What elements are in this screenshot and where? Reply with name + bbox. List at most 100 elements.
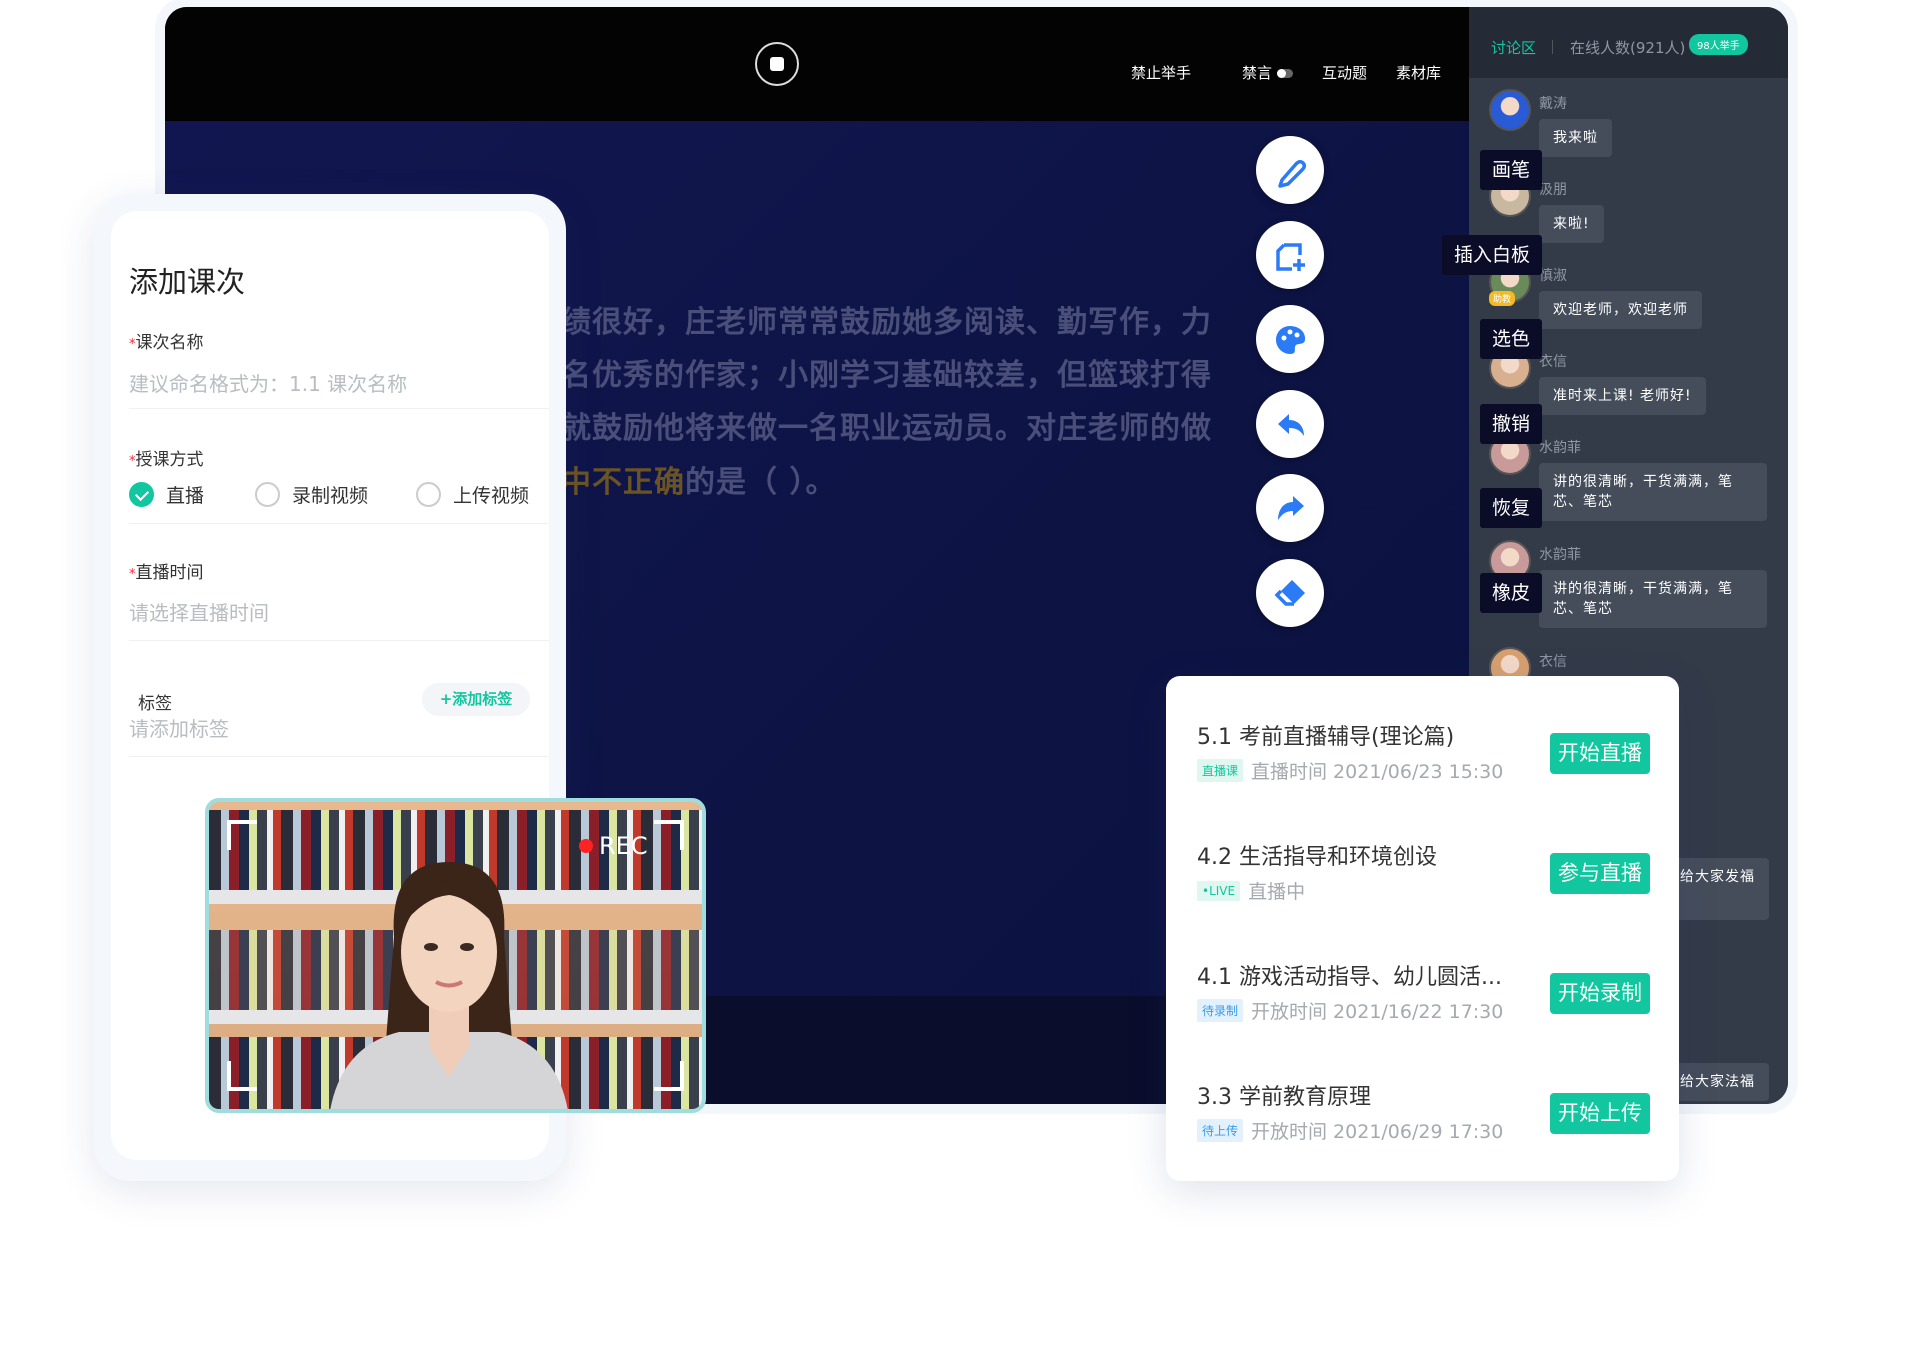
frame-corner — [654, 1061, 684, 1091]
course-title: 4.2 生活指导和环境创设 — [1197, 845, 1437, 870]
disable-raise-hand-button[interactable]: 禁止举手 — [1131, 62, 1191, 83]
tool-label: 插入白板 — [1441, 235, 1542, 275]
tool-button-eraser[interactable] — [1256, 559, 1324, 627]
tool-button-palette[interactable] — [1256, 305, 1324, 373]
lesson-name-label: *课次名称 — [129, 333, 204, 353]
live-time-input[interactable]: 请选择直播时间 — [129, 597, 269, 626]
radio-unchecked-icon — [416, 482, 441, 507]
radio-live[interactable]: 直播 — [129, 481, 204, 508]
course-item: 4.2 生活指导和环境创设 •LIVE 直播中 参与直播 — [1197, 839, 1667, 909]
slide-line: 名优秀的作家；小刚学习基础较差，但篮球打得 — [561, 358, 1212, 393]
course-time: 开放时间 2021/06/29 17:30 — [1251, 1121, 1504, 1143]
slide-line: 就鼓励他将来做一名职业运动员。对庄老师的做 — [561, 411, 1212, 446]
course-action-button[interactable]: 参与直播 — [1550, 853, 1650, 894]
brush-icon — [1278, 159, 1307, 188]
status-badge: •LIVE — [1197, 880, 1241, 901]
chat-username: 戴涛 — [1539, 96, 1567, 112]
slide-line: 绩很好，庄老师常常鼓励她多阅读、勤写作，力 — [561, 305, 1212, 340]
course-title: 3.3 学前教育原理 — [1197, 1085, 1371, 1110]
course-title: 5.1 考前直播辅导(理论篇) — [1197, 725, 1455, 750]
top-toolbar: 禁止举手 禁言 互动题 素材库 — [165, 7, 1469, 121]
chat-bubble: 我来啦 — [1539, 119, 1612, 157]
tool-button-redo[interactable] — [1256, 474, 1324, 542]
stop-icon — [770, 57, 784, 71]
tool-button-undo[interactable] — [1256, 390, 1324, 458]
mute-label: 禁言 — [1242, 64, 1273, 82]
frame-corner — [227, 1061, 257, 1091]
course-meta: 直播课 直播时间 2021/06/23 15:30 — [1197, 757, 1503, 784]
course-item: 5.1 考前直播辅导(理论篇) 直播课 直播时间 2021/06/23 15:30… — [1197, 719, 1667, 789]
teaching-mode-label: *授课方式 — [129, 450, 204, 470]
rec-dot-icon — [579, 839, 593, 853]
chat-bubble: 讲的很清晰，干货满满，笔芯、笔芯 — [1539, 570, 1767, 628]
course-meta: 待上传 开放时间 2021/06/29 17:30 — [1197, 1117, 1503, 1144]
form-title: 添加课次 — [129, 265, 246, 299]
tool-label: 选色 — [1479, 319, 1542, 359]
insert-whiteboard-icon — [1276, 243, 1305, 271]
radio-upload-video[interactable]: 上传视频 — [416, 481, 529, 508]
tool-button-brush[interactable] — [1256, 136, 1324, 204]
course-item: 3.3 学前教育原理 待上传 开放时间 2021/06/29 17:30 开始上传 — [1197, 1079, 1667, 1149]
add-tag-button[interactable]: +添加标签 — [422, 683, 530, 716]
undo-icon — [1278, 414, 1304, 436]
status-badge: 待上传 — [1197, 1119, 1244, 1142]
course-item: 4.1 游戏活动指导、幼儿圆活... 待录制 开放时间 2021/16/22 17… — [1197, 959, 1667, 1029]
interactive-question-button[interactable]: 互动题 — [1322, 62, 1367, 83]
slide-text: 的是（ ）。 — [685, 465, 837, 500]
frame-corner — [227, 820, 257, 850]
chat-bubble: 讲的很清晰，干货满满，笔芯、笔芯 — [1539, 463, 1767, 521]
slide-line: 中不正确的是（ ）。 — [561, 457, 836, 501]
course-action-button[interactable]: 开始录制 — [1550, 973, 1650, 1014]
recording-indicator: REC — [579, 832, 648, 860]
slide-highlight: 中不正确 — [561, 465, 685, 500]
course-action-button[interactable]: 开始上传 — [1550, 1093, 1650, 1134]
redo-icon — [1278, 496, 1304, 520]
avatar — [1489, 89, 1531, 131]
material-library-button[interactable]: 素材库 — [1396, 62, 1441, 83]
stop-button[interactable] — [755, 42, 799, 86]
tool-label: 恢复 — [1479, 488, 1542, 528]
chat-username: 衣信 — [1539, 354, 1567, 370]
palette-icon — [1276, 326, 1306, 354]
live-time-label: *直播时间 — [129, 563, 204, 583]
status-badge: 直播课 — [1197, 759, 1244, 782]
course-meta: •LIVE 直播中 — [1197, 877, 1305, 904]
tag-label: 标签 — [138, 694, 172, 714]
tool-button-insert-whiteboard[interactable] — [1256, 221, 1324, 289]
plus-icon: + — [439, 690, 453, 708]
radio-record-video[interactable]: 录制视频 — [255, 481, 368, 508]
chat-username: 水韵菲 — [1539, 440, 1581, 456]
course-meta: 待录制 开放时间 2021/16/22 17:30 — [1197, 997, 1503, 1024]
tool-label: 橡皮 — [1479, 573, 1542, 613]
chat-username: 衣信 — [1539, 654, 1567, 670]
status-badge: 待录制 — [1197, 999, 1244, 1022]
course-action-button[interactable]: 开始直播 — [1550, 733, 1650, 774]
tag-input[interactable]: 请添加标签 — [129, 713, 229, 742]
course-time: 直播中 — [1248, 881, 1306, 903]
lesson-name-input[interactable]: 建议命名格式为：1.1 课次名称 — [129, 368, 549, 398]
divider — [129, 756, 549, 757]
assistant-badge: 助教 — [1489, 291, 1516, 306]
course-title: 4.1 游戏活动指导、幼儿圆活... — [1197, 965, 1502, 990]
chat-bubble: 来啦! — [1539, 205, 1604, 243]
mute-all-toggle[interactable]: 禁言 — [1242, 62, 1294, 83]
course-list-card: 5.1 考前直播辅导(理论篇) 直播课 直播时间 2021/06/23 15:30… — [1166, 676, 1679, 1181]
chat-bubble: 欢迎老师，欢迎老师 — [1539, 291, 1702, 329]
tool-label: 撤销 — [1479, 404, 1542, 444]
camera-preview: REC — [205, 798, 706, 1113]
toggle-switch[interactable] — [1277, 69, 1294, 78]
teacher-video-figure — [330, 862, 568, 1109]
chat-username: 水韵菲 — [1539, 547, 1581, 563]
chat-bubble: 准时来上课! 老师好! — [1539, 377, 1706, 415]
frame-corner — [654, 820, 684, 850]
divider — [129, 523, 549, 524]
course-time: 开放时间 2021/16/22 17:30 — [1251, 1001, 1504, 1023]
radio-checked-icon — [129, 482, 154, 507]
divider — [129, 408, 549, 409]
eraser-icon — [1274, 580, 1305, 606]
divider — [129, 640, 549, 641]
chat-username: 慎淑 — [1539, 268, 1567, 284]
tool-label: 画笔 — [1479, 150, 1542, 190]
course-time: 直播时间 2021/06/23 15:30 — [1251, 761, 1504, 783]
radio-unchecked-icon — [255, 482, 280, 507]
